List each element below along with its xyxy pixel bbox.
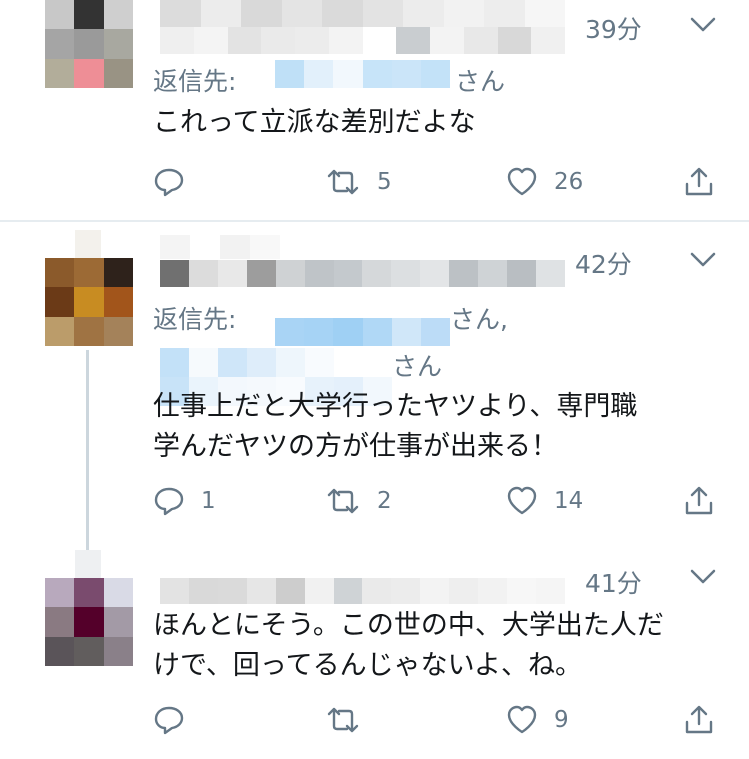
tweet-text-line-1: 仕事上だと大学行ったヤツより、専門職 xyxy=(153,391,638,422)
tweet-text-line-2: けで、回ってるんじゃないよ、ね。 xyxy=(153,650,583,681)
retweet-button[interactable]: 2 xyxy=(325,481,392,521)
retweet-count: 2 xyxy=(377,488,392,514)
like-count: 14 xyxy=(554,488,584,514)
reply-to-label: 返信先: xyxy=(153,67,237,96)
reply-count: 1 xyxy=(201,488,216,514)
tweet-text-line-2: 学んだヤツの方が仕事が出来る！ xyxy=(153,431,558,462)
like-icon xyxy=(507,486,537,515)
retweet-icon xyxy=(327,707,359,733)
chevron-down-icon[interactable] xyxy=(688,567,718,587)
share-button[interactable] xyxy=(683,162,715,202)
share-icon xyxy=(685,167,713,196)
like-count: 9 xyxy=(554,707,569,733)
share-icon xyxy=(685,486,713,515)
retweet-button[interactable]: 5 xyxy=(325,162,392,202)
reply-to-label: 返信先: xyxy=(153,305,237,334)
tweet-3[interactable]: 41分 ほんとにそう。この世の中、大学出た人だ けで、回ってるんじゃないよ、ね。… xyxy=(0,550,749,759)
share-button[interactable] xyxy=(683,700,715,740)
avatar[interactable] xyxy=(45,578,133,666)
user-name-blurred[interactable] xyxy=(160,235,280,259)
like-button[interactable]: 26 xyxy=(506,162,583,202)
like-icon xyxy=(507,167,537,196)
retweet-icon xyxy=(327,169,359,195)
reply-button[interactable] xyxy=(153,700,201,740)
reply-icon xyxy=(154,487,184,516)
like-button[interactable]: 9 xyxy=(506,700,569,740)
like-button[interactable]: 14 xyxy=(506,481,583,521)
avatar[interactable] xyxy=(45,0,133,88)
avatar-top-blur xyxy=(75,230,101,258)
action-bar: 5 26 xyxy=(153,162,723,202)
timestamp[interactable]: 42分 xyxy=(575,245,632,281)
like-count: 26 xyxy=(554,169,584,195)
reply-icon xyxy=(154,168,184,197)
tweet-text-line-1: ほんとにそう。この世の中、大学出た人だ xyxy=(153,610,664,641)
reply-to-suffix-2: さん xyxy=(392,352,443,381)
tweet-2[interactable]: 42分 返信先: さん, さん 仕事上だと大学行ったヤツより、専門職 学んだヤツ… xyxy=(0,230,749,550)
reply-button[interactable] xyxy=(153,162,201,202)
timestamp[interactable]: 39分 xyxy=(585,10,642,46)
reply-to-handle-blurred[interactable] xyxy=(275,60,451,88)
user-name-blurred[interactable] xyxy=(160,578,565,604)
action-bar: 1 2 14 xyxy=(153,481,723,521)
tweet-divider xyxy=(0,220,749,222)
retweet-button[interactable] xyxy=(325,700,377,740)
reply-button[interactable]: 1 xyxy=(153,481,216,521)
avatar-top-blur xyxy=(75,550,101,578)
reply-icon xyxy=(154,706,184,735)
chevron-down-icon[interactable] xyxy=(688,250,718,270)
tweet-text: これって立派な差別だよな xyxy=(153,107,476,138)
timestamp[interactable]: 41分 xyxy=(585,564,642,600)
retweet-count: 5 xyxy=(377,169,392,195)
action-bar: 9 xyxy=(153,700,723,740)
reply-to-suffix: さん xyxy=(455,67,506,96)
share-button[interactable] xyxy=(683,481,715,521)
avatar[interactable] xyxy=(45,258,133,346)
retweet-icon xyxy=(327,488,359,514)
share-icon xyxy=(685,705,713,734)
reply-to-suffix: さん, xyxy=(450,305,508,334)
user-handle-blurred[interactable] xyxy=(160,27,565,54)
tweet-1[interactable]: 39分 返信先: さん これって立派な差別だよな 5 26 xyxy=(0,0,749,220)
thread-connector-line xyxy=(86,350,89,552)
reply-to-handle-blurred[interactable] xyxy=(275,318,451,346)
chevron-down-icon[interactable] xyxy=(688,15,718,35)
like-icon xyxy=(507,705,537,734)
user-handle-blurred[interactable] xyxy=(160,260,565,287)
user-name-blurred[interactable] xyxy=(160,0,565,27)
